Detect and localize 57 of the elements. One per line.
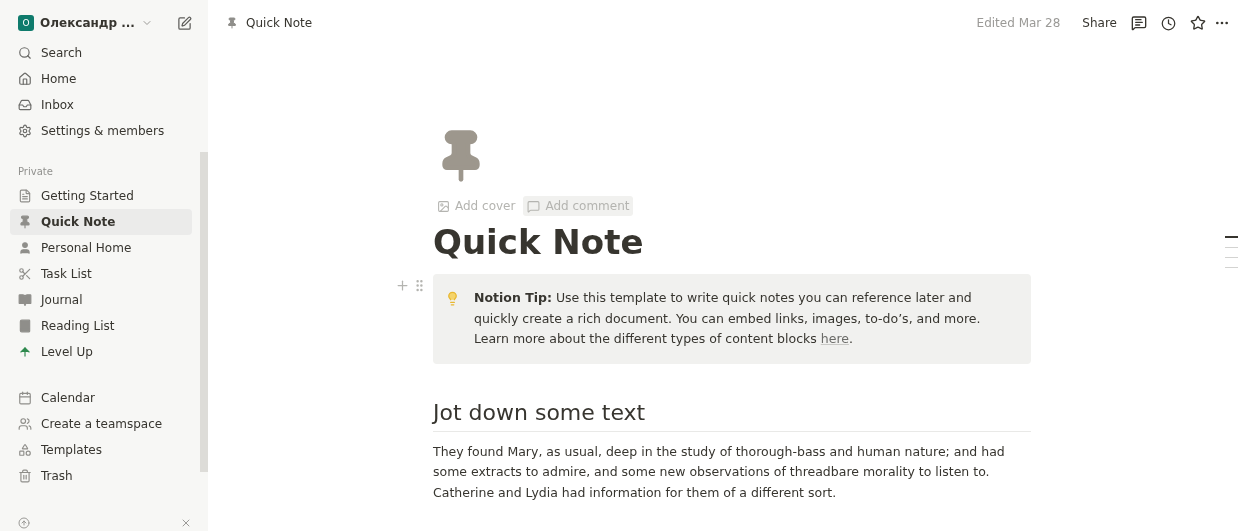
callout-text: Notion Tip: Use this template to write quick notes you can reference later and quickly create a rich document. You can embed links, images, to-do’s, and more. Learn more about the different types of content blocks here.	[474, 289, 982, 348]
upload-icon[interactable]	[18, 517, 30, 529]
workspace-name[interactable]: Олександр ...	[40, 16, 135, 30]
scissors-icon	[18, 267, 32, 281]
lightbulb-icon	[445, 291, 460, 306]
star-icon[interactable]	[1190, 15, 1206, 31]
workspace-avatar: O	[18, 15, 34, 31]
share-button[interactable]: Share	[1082, 16, 1117, 30]
calendar-icon	[18, 391, 32, 405]
edited-date: Edited Mar 28	[976, 16, 1061, 30]
sidebar-item[interactable]: Journal	[10, 287, 192, 313]
paragraph: They found Mary, as usual, deep in the study of thorough-bass and human nature; and had some extracts to admire, and some new observations of threadbare morality to listen to. Catherine and Lydia had information for them of a different sort.	[433, 442, 1006, 502]
sidebar-item[interactable]: Personal Home	[10, 235, 192, 261]
outline-marker[interactable]	[1225, 267, 1238, 268]
search-icon	[18, 46, 32, 60]
pin-icon	[226, 17, 238, 29]
settings-icon	[18, 124, 32, 138]
sidebar-item[interactable]: Quick Note	[10, 209, 192, 235]
page-icon	[18, 189, 32, 203]
pin-icon	[18, 215, 32, 229]
home-icon	[18, 72, 32, 86]
breadcrumb[interactable]: Quick Note	[246, 16, 313, 30]
trash-icon	[18, 469, 32, 483]
image-icon	[437, 199, 450, 213]
sidebar-item[interactable]: Reading List	[10, 313, 192, 339]
book-icon	[18, 319, 32, 333]
person-icon	[18, 241, 32, 255]
sidebar-item[interactable]: Templates	[10, 437, 192, 463]
section-heading: Jot down some text	[433, 399, 1031, 432]
section-heading: Private	[17, 166, 54, 177]
sidebar-item[interactable]: Settings & members	[10, 118, 192, 144]
outline-marker[interactable]	[1225, 236, 1238, 238]
here-link[interactable]: here	[820, 331, 849, 346]
outline-marker[interactable]	[1225, 247, 1238, 248]
sidebar-item[interactable]: Search	[10, 40, 192, 66]
sidebar-item[interactable]: Trash	[10, 463, 192, 489]
sidebar-item[interactable]: Create a teamspace	[10, 411, 192, 437]
sidebar-item[interactable]: Inbox	[10, 92, 192, 118]
book-icon	[18, 293, 32, 307]
arrow-up-icon	[18, 345, 32, 359]
people-icon	[18, 417, 32, 431]
sidebar-item[interactable]: Calendar	[10, 385, 192, 411]
clock-icon[interactable]	[1161, 15, 1176, 31]
comment-icon	[527, 199, 541, 213]
sidebar-item[interactable]: Home	[10, 66, 192, 92]
new-page-icon[interactable]	[177, 15, 192, 31]
close-icon[interactable]	[180, 517, 192, 529]
sidebar-item[interactable]: Getting Started	[10, 183, 192, 209]
outline-marker[interactable]	[1225, 257, 1238, 258]
page-title: Quick Note	[433, 222, 645, 262]
scrollbar[interactable]	[200, 152, 208, 472]
add-block-icon[interactable]	[395, 278, 410, 293]
comment-icon[interactable]	[1131, 15, 1147, 31]
shapes-icon	[18, 443, 32, 457]
inbox-icon	[18, 98, 32, 112]
sidebar-item[interactable]: Level Up	[10, 339, 192, 365]
sidebar-item[interactable]: Task List	[10, 261, 192, 287]
